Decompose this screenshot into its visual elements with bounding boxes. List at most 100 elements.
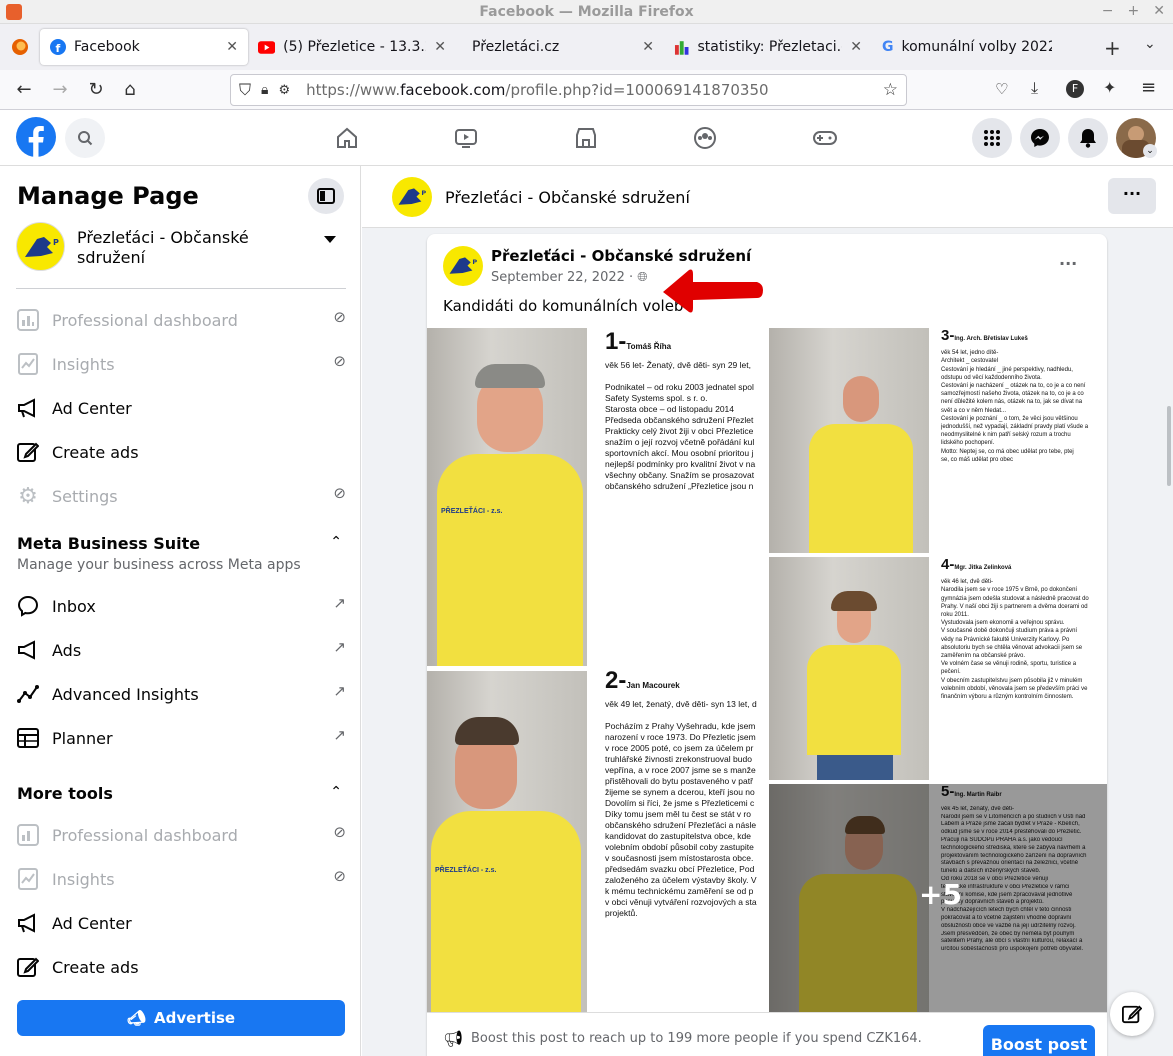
sidebar-item-create-ads[interactable]: Create ads <box>16 440 346 464</box>
facebook-logo-icon[interactable] <box>16 117 56 157</box>
bio-line: věk 49 let, ženatý, dvě děti- syn 13 let… <box>605 699 757 709</box>
sidebar-item-inbox[interactable]: Inbox ↗ <box>16 594 346 618</box>
extensions-puzzle-icon[interactable]: ✦ <box>1103 78 1116 97</box>
bio-line: lidského pochopení. <box>941 440 995 447</box>
home-icon[interactable]: ⌂ <box>114 74 146 106</box>
account-chevron-icon[interactable]: ⌄ <box>1143 144 1157 158</box>
close-window-icon[interactable]: ✕ <box>1153 3 1165 19</box>
gaming-nav-icon[interactable] <box>812 126 838 150</box>
external-link-icon: ↗ <box>333 594 346 612</box>
post-author-name[interactable]: Přezleťáci - Občanské sdružení <box>491 247 751 265</box>
bio-line: vědy na Právnické fakultě Univerzity Kar… <box>941 636 1070 643</box>
tab-google[interactable]: G komunální volby 2022 <box>872 29 1080 65</box>
sidebar-item-professional-dashboard[interactable]: Professional dashboard ⊘ <box>16 823 346 847</box>
watch-nav-icon[interactable] <box>454 126 478 150</box>
boost-post-button[interactable]: Boost post <box>983 1025 1095 1056</box>
sidebar-item-create-ads[interactable]: Create ads <box>16 955 346 979</box>
bio-line: narození v roce 1973. Do Přezletic jsem <box>605 732 756 742</box>
sidebar-item-ad-center[interactable]: Ad Center <box>16 911 346 935</box>
tab-strip: f Facebook ✕ (5) Přezletice - 13.3.20 ✕ … <box>0 24 1173 70</box>
list-tabs-icon[interactable]: ⌄ <box>1144 36 1156 52</box>
permissions-icon[interactable]: ⚙ <box>278 83 290 98</box>
close-tab-icon[interactable]: ✕ <box>850 39 862 55</box>
caret-down-icon[interactable] <box>324 236 336 243</box>
page-header-name[interactable]: Přezleťáci - Občanské sdružení <box>445 188 690 207</box>
firefox-app-icon <box>6 4 22 20</box>
trend-icon <box>16 682 40 706</box>
lock-icon[interactable]: 🔒︎ <box>261 82 268 98</box>
candidate-photo-1[interactable]: PŘEZLEŤÁCI - z.s. 1-Tomáš Říha věk 56 le… <box>427 328 767 666</box>
candidate-photo-3[interactable]: 3-Ing. Arch. Břetislav Lukeš věk 54 let,… <box>769 328 1107 553</box>
meta-business-suite-subtitle: Manage your business across Meta apps <box>17 557 301 573</box>
search-button[interactable] <box>65 118 105 158</box>
marketplace-nav-icon[interactable] <box>574 126 598 150</box>
post-options-icon[interactable]: ··· <box>1059 254 1077 273</box>
page-switcher[interactable]: P Přezleťáci - Občanské sdružení <box>16 222 346 272</box>
megaphone-icon <box>16 396 40 420</box>
bio-line: Cestování je poznání _ o tom, že věci js… <box>941 415 1078 422</box>
sidebar-item-advanced-insights[interactable]: Advanced Insights ↗ <box>16 682 346 706</box>
page-avatar[interactable]: P <box>392 177 432 217</box>
candidate-photo-5[interactable]: 5-Ing. Martin Raibr věk 45 let, ženatý, … <box>769 784 1107 1013</box>
sidebar-title: Manage Page <box>17 182 199 210</box>
new-tab-icon[interactable]: + <box>1104 36 1121 60</box>
menu-icon[interactable]: ≡ <box>1141 77 1156 98</box>
sidebar-item-professional-dashboard[interactable]: Professional dashboard ⊘ <box>16 308 346 332</box>
advertise-button[interactable]: 📣︎ Advertise <box>17 1000 345 1036</box>
home-nav-icon[interactable] <box>335 126 359 150</box>
menu-grid-button[interactable] <box>972 118 1012 158</box>
sidebar-item-insights[interactable]: Insights ⊘ <box>16 352 346 376</box>
candidate-bio: 2-Jan Macourek věk 49 let, ženatý, dvě d… <box>605 671 765 919</box>
firefox-view-button[interactable] <box>0 38 40 56</box>
bio-line: svět a co v něm hledat... <box>941 407 1007 414</box>
extension-icon[interactable]: F <box>1066 80 1084 98</box>
more-options-icon[interactable]: ··· <box>1108 178 1156 214</box>
reload-icon[interactable]: ↻ <box>80 74 112 106</box>
edit-icon <box>16 440 40 464</box>
minimize-icon[interactable]: − <box>1102 3 1114 19</box>
downloads-icon[interactable]: ⤓ <box>1031 78 1038 98</box>
collapse-sidebar-button[interactable] <box>308 178 344 214</box>
new-message-button[interactable] <box>1110 992 1154 1036</box>
scrollbar-thumb[interactable] <box>1167 406 1171 486</box>
bio-line: přistěhovali do bytu postaveného v patř <box>605 776 753 786</box>
chevron-up-icon[interactable]: ⌃ <box>330 784 342 800</box>
back-icon[interactable]: ← <box>8 74 40 106</box>
sidebar-item-ads[interactable]: Ads ↗ <box>16 638 346 662</box>
svg-text:P: P <box>421 189 426 197</box>
sidebar-item-planner[interactable]: Planner ↗ <box>16 726 346 750</box>
maximize-icon[interactable]: + <box>1128 3 1140 19</box>
bio-line: gymnázia jsem odešla studovat a následně… <box>941 595 1089 602</box>
bio-line: Motto: Neptej se, co má obec udělat pro … <box>941 448 1074 455</box>
sidebar-item-insights[interactable]: Insights ⊘ <box>16 867 346 891</box>
bio-line: Narodila jsem se v roce 1975 v Brně, po … <box>941 587 1078 594</box>
groups-nav-icon[interactable] <box>693 126 717 150</box>
notifications-button[interactable] <box>1068 118 1108 158</box>
bio-line <box>605 371 765 382</box>
url-bar[interactable]: ⛉ 🔒︎ ⚙ https://www.facebook.com/profile.… <box>230 74 907 106</box>
tab-youtube[interactable]: (5) Přezletice - 13.3.20 ✕ <box>248 29 456 65</box>
shield-icon[interactable]: ⛉ <box>239 80 251 100</box>
close-tab-icon[interactable]: ✕ <box>434 39 446 55</box>
sidebar-item-ad-center[interactable]: Ad Center <box>16 396 346 420</box>
close-tab-icon[interactable]: ✕ <box>226 39 238 55</box>
forward-icon[interactable]: → <box>44 74 76 106</box>
sidebar-item-settings[interactable]: ⚙ Settings ⊘ <box>16 484 346 509</box>
pocket-icon[interactable]: ♡ <box>995 80 1008 98</box>
url-text[interactable]: https://www.facebook.com/profile.php?id=… <box>306 81 768 99</box>
tab-prezletaci[interactable]: Přezletáci.cz ✕ <box>456 29 664 65</box>
external-link-icon: ↗ <box>333 726 346 744</box>
candidate-photo-2[interactable]: PŘEZLEŤÁCI - z.s. 2-Jan Macourek věk 49 … <box>427 671 767 1013</box>
chevron-up-icon[interactable]: ⌃ <box>330 534 342 550</box>
tab-facebook[interactable]: f Facebook ✕ <box>40 29 248 65</box>
more-photos-count[interactable]: +5 <box>919 878 962 911</box>
candidate-photo-4[interactable]: 4-Mgr. Jitka Zelinková věk 46 let, dvě d… <box>769 557 1107 780</box>
bookmark-star-icon[interactable]: ☆ <box>883 80 898 100</box>
close-tab-icon[interactable]: ✕ <box>642 39 654 55</box>
bio-line: pečení. <box>941 669 961 676</box>
tab-statistiky[interactable]: statistiky: Přezletaci.cz ✕ <box>664 29 872 65</box>
post-author-avatar[interactable]: P <box>443 246 483 286</box>
candidate-bio: 1-Tomáš Říha věk 56 let- Ženatý, dvě dět… <box>605 330 765 492</box>
messenger-button[interactable] <box>1020 118 1060 158</box>
post-date[interactable]: September 22, 2022 · 🌐︎ <box>491 270 648 285</box>
